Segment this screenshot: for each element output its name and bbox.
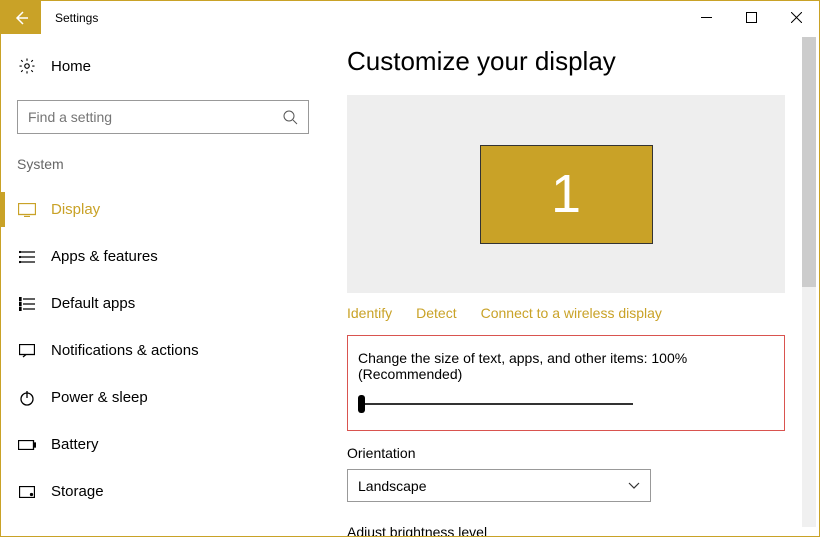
scrollbar[interactable] — [802, 37, 816, 527]
nav-item-default-apps[interactable]: Default apps — [1, 280, 323, 327]
default-apps-icon — [17, 297, 37, 311]
scale-slider[interactable] — [358, 398, 633, 410]
scrollbar-thumb[interactable] — [802, 37, 816, 287]
orientation-value: Landscape — [358, 478, 427, 494]
power-icon — [17, 390, 37, 406]
storage-icon — [17, 486, 37, 498]
slider-track — [362, 403, 633, 405]
nav-label: Display — [51, 201, 100, 218]
main-content: Customize your display 1 Identify Detect… — [323, 34, 819, 536]
slider-thumb[interactable] — [358, 395, 365, 413]
maximize-button[interactable] — [729, 1, 774, 34]
home-link[interactable]: Home — [17, 46, 323, 86]
nav-label: Battery — [51, 436, 99, 453]
back-button[interactable] — [1, 1, 41, 34]
nav-item-power[interactable]: Power & sleep — [1, 374, 323, 421]
nav-item-storage[interactable]: Storage — [1, 468, 323, 515]
titlebar: Settings — [1, 1, 819, 34]
nav-item-display[interactable]: Display — [1, 186, 323, 233]
search-box[interactable] — [17, 100, 309, 134]
notifications-icon — [17, 344, 37, 358]
window-controls — [684, 1, 819, 34]
home-label: Home — [51, 58, 91, 75]
brightness-label: Adjust brightness level — [347, 524, 789, 536]
chevron-down-icon — [628, 482, 640, 490]
back-arrow-icon — [12, 9, 30, 27]
window-title: Settings — [55, 11, 98, 25]
connect-wireless-link[interactable]: Connect to a wireless display — [481, 305, 662, 321]
display-icon — [17, 203, 37, 217]
minimize-icon — [701, 12, 712, 23]
maximize-icon — [746, 12, 757, 23]
orientation-dropdown[interactable]: Landscape — [347, 469, 651, 502]
battery-icon — [17, 440, 37, 450]
detect-link[interactable]: Detect — [416, 305, 456, 321]
page-title: Customize your display — [347, 46, 789, 77]
nav-label: Default apps — [51, 295, 135, 312]
nav-list: Display Apps & features Default apps Not… — [1, 186, 323, 515]
search-input[interactable] — [28, 109, 283, 125]
close-icon — [791, 12, 802, 23]
nav-label: Storage — [51, 483, 104, 500]
gear-icon — [17, 57, 37, 75]
sidebar: Home System Display Apps & features Defa… — [1, 34, 323, 536]
display-links: Identify Detect Connect to a wireless di… — [347, 305, 789, 321]
nav-label: Power & sleep — [51, 389, 148, 406]
apps-icon — [17, 250, 37, 264]
nav-label: Apps & features — [51, 248, 158, 265]
search-icon — [283, 110, 298, 125]
nav-label: Notifications & actions — [51, 342, 199, 359]
category-label: System — [17, 156, 323, 172]
minimize-button[interactable] — [684, 1, 729, 34]
orientation-label: Orientation — [347, 445, 789, 461]
display-preview[interactable]: 1 — [347, 95, 785, 293]
scale-label: Change the size of text, apps, and other… — [358, 350, 774, 382]
identify-link[interactable]: Identify — [347, 305, 392, 321]
close-button[interactable] — [774, 1, 819, 34]
nav-item-notifications[interactable]: Notifications & actions — [1, 327, 323, 374]
monitor-1[interactable]: 1 — [480, 145, 653, 244]
nav-item-apps[interactable]: Apps & features — [1, 233, 323, 280]
scale-section: Change the size of text, apps, and other… — [347, 335, 785, 431]
nav-item-battery[interactable]: Battery — [1, 421, 323, 468]
